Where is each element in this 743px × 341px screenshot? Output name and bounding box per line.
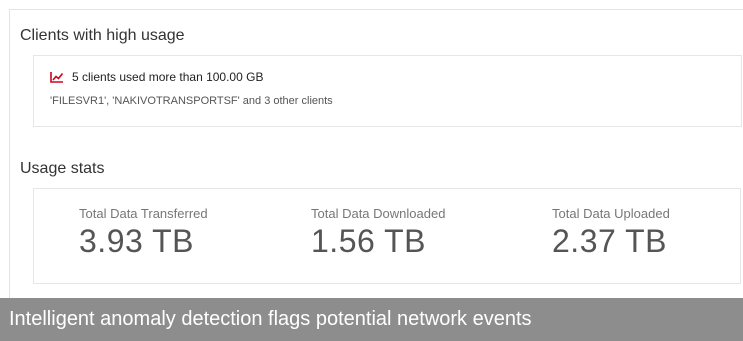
high-usage-clients-text: 'FILESVR1', 'NAKIVOTRANSPORTSF' and 3 ot… [50, 95, 333, 107]
trend-up-chart-icon [50, 71, 64, 83]
stat-value: 2.37 TB [552, 223, 667, 259]
usage-stats-section-title: Usage stats [20, 160, 105, 177]
dashboard-panel: Clients with high usage 5 clients used m… [9, 9, 743, 298]
stat-total-transferred: Total Data Transferred 3.93 TB [79, 206, 208, 260]
high-usage-section-title: Clients with high usage [20, 27, 185, 44]
high-usage-alert-line: 5 clients used more than 100.00 GB [50, 70, 263, 84]
stat-value: 1.56 TB [311, 223, 426, 259]
stat-value: 3.93 TB [79, 223, 194, 259]
stat-total-uploaded: Total Data Uploaded 2.37 TB [552, 206, 670, 260]
stat-label: Total Data Transferred [79, 206, 208, 221]
stat-label: Total Data Uploaded [552, 206, 670, 221]
high-usage-alert-text: 5 clients used more than 100.00 GB [72, 70, 264, 84]
stat-label: Total Data Downloaded [311, 206, 446, 221]
high-usage-alert-card[interactable]: 5 clients used more than 100.00 GB 'FILE… [33, 55, 742, 127]
caption-banner: Intelligent anomaly detection flags pote… [0, 298, 743, 341]
stat-total-downloaded: Total Data Downloaded 1.56 TB [311, 206, 445, 260]
usage-stats-card: Total Data Transferred 3.93 TB Total Dat… [33, 188, 741, 284]
